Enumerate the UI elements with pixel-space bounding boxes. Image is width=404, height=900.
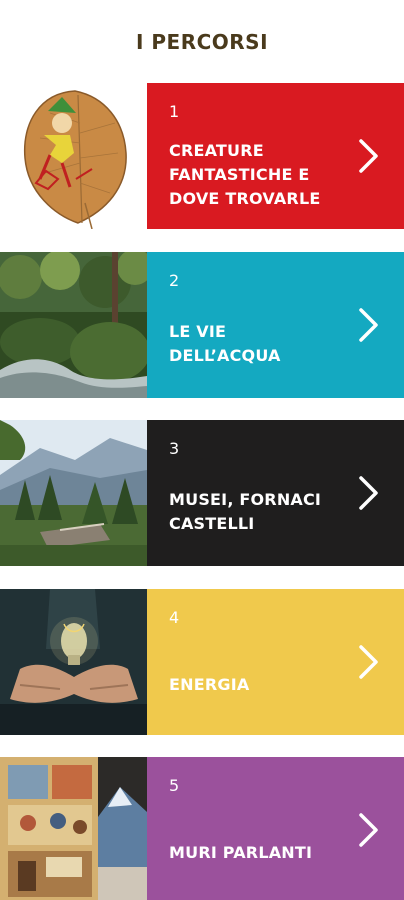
route-image-hands-lightbulb xyxy=(0,589,147,735)
page-title: I PERCORSI xyxy=(135,30,269,54)
chevron-right-icon[interactable] xyxy=(358,475,380,511)
route-title-line: FANTASTICHE E xyxy=(169,165,310,184)
route-number: 1 xyxy=(169,102,180,121)
route-title-line: MURI PARLANTI xyxy=(169,843,313,862)
route-number: 2 xyxy=(169,271,180,290)
route-title: LE VIE DELL’ACQUA xyxy=(169,320,349,368)
route-number: 4 xyxy=(169,608,180,627)
route-image-painted-wall xyxy=(0,757,147,900)
route-title-line: DELL’ACQUA xyxy=(169,346,281,365)
route-panel-4: 4 ENERGIA xyxy=(147,589,404,735)
route-title: MUSEI, FORNACI CASTELLI xyxy=(169,488,349,536)
route-title-line: CREATURE xyxy=(169,141,264,160)
route-title-line: LE VIE xyxy=(169,322,227,341)
route-number: 5 xyxy=(169,776,180,795)
chevron-right-icon[interactable] xyxy=(358,644,380,680)
route-title: ENERGIA xyxy=(169,673,349,697)
chevron-right-icon[interactable] xyxy=(358,812,380,848)
route-number: 3 xyxy=(169,439,180,458)
route-title: MURI PARLANTI xyxy=(169,841,349,865)
route-panel-1: 1 CREATURE FANTASTICHE E DOVE TROVARLE xyxy=(147,83,404,229)
route-title-line: MUSEI, FORNACI xyxy=(169,490,322,509)
chevron-right-icon[interactable] xyxy=(358,138,380,174)
chevron-right-icon[interactable] xyxy=(358,307,380,343)
route-image-mountain-valley xyxy=(0,420,147,566)
route-title-line: ENERGIA xyxy=(169,675,250,694)
route-card-3[interactable]: 3 MUSEI, FORNACI CASTELLI xyxy=(0,420,404,566)
route-panel-3: 3 MUSEI, FORNACI CASTELLI xyxy=(147,420,404,566)
route-title-line: CASTELLI xyxy=(169,514,255,533)
route-panel-2: 2 LE VIE DELL’ACQUA xyxy=(147,252,404,398)
route-title: CREATURE FANTASTICHE E DOVE TROVARLE xyxy=(169,139,349,211)
route-card-1[interactable]: 1 CREATURE FANTASTICHE E DOVE TROVARLE xyxy=(0,83,404,229)
route-image-forest-stream xyxy=(0,252,147,398)
route-card-2[interactable]: 2 LE VIE DELL’ACQUA xyxy=(0,252,404,398)
route-image-leaf-gnome xyxy=(0,83,147,229)
route-card-5[interactable]: 5 MURI PARLANTI xyxy=(0,757,404,900)
route-title-line: DOVE TROVARLE xyxy=(169,189,321,208)
route-panel-5: 5 MURI PARLANTI xyxy=(147,757,404,900)
route-card-4[interactable]: 4 ENERGIA xyxy=(0,589,404,735)
